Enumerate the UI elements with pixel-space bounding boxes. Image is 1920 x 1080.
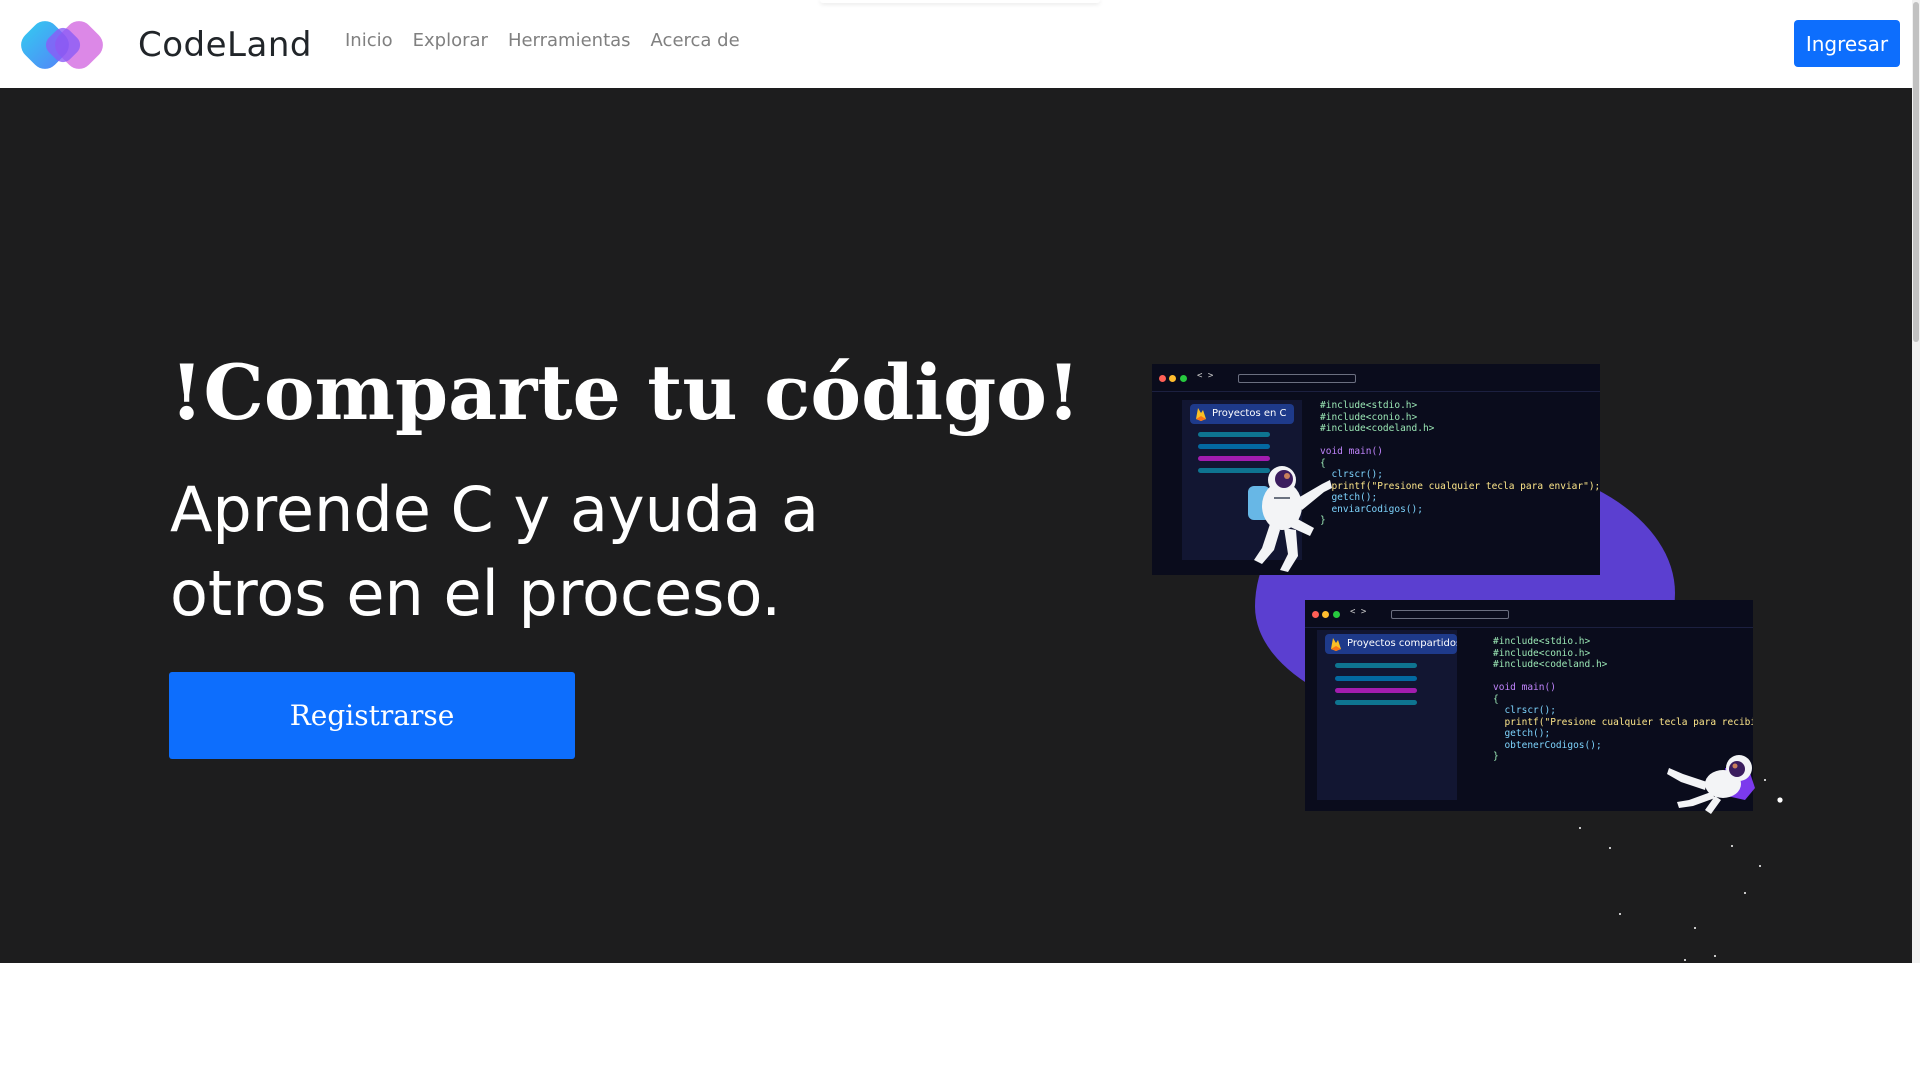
nav-arrows-icon: < > bbox=[1350, 607, 1367, 617]
code-line: #include<conio.h> bbox=[1320, 411, 1418, 423]
maximize-dot-icon bbox=[1180, 375, 1187, 382]
project-bar bbox=[1198, 432, 1270, 437]
nav-link-acerca-de[interactable]: Acerca de bbox=[651, 30, 740, 51]
project-bar bbox=[1335, 688, 1417, 693]
code-line: { bbox=[1493, 693, 1499, 705]
top-shadow-decoration bbox=[820, 0, 1100, 3]
astronaut-icon bbox=[1667, 755, 1755, 814]
minimize-dot-icon bbox=[1169, 375, 1176, 382]
astronaut-icon bbox=[1248, 466, 1332, 572]
code-line: #include<conio.h> bbox=[1493, 647, 1591, 659]
register-button[interactable]: Registrarse bbox=[169, 672, 575, 759]
window-1-panel-title: Proyectos en C bbox=[1190, 404, 1294, 424]
code-line: #include<stdio.h> bbox=[1320, 400, 1418, 411]
code-window-1: < > Proyectos en C #include<stdio.h> #in… bbox=[1152, 364, 1600, 575]
code-line: getch(); bbox=[1493, 728, 1551, 739]
url-bar bbox=[1391, 610, 1509, 619]
window-1-code: #include<stdio.h> #include<conio.h> #inc… bbox=[1320, 400, 1600, 527]
hero-section: !Comparte tu código! Aprende C y ayuda a… bbox=[0, 88, 1920, 963]
code-line: void main() bbox=[1320, 446, 1383, 457]
minimize-dot-icon bbox=[1322, 611, 1329, 618]
nav-link-inicio[interactable]: Inicio bbox=[345, 30, 393, 51]
code-line: obtenerCodigos(); bbox=[1493, 739, 1602, 751]
nav-arrows-icon: < > bbox=[1197, 371, 1214, 381]
hero-subtitle: Aprende C y ayuda a otros en el proceso. bbox=[170, 473, 819, 630]
code-line: #include<codeland.h> bbox=[1493, 659, 1608, 670]
brand-link[interactable]: CodeLand bbox=[18, 16, 312, 74]
close-dot-icon bbox=[1312, 611, 1319, 618]
codeland-logo-icon bbox=[21, 21, 103, 69]
nav-links: Inicio Explorar Herramientas Acerca de bbox=[345, 30, 760, 51]
window-1-panel-title-text: Proyectos en C bbox=[1212, 408, 1287, 419]
close-dot-icon bbox=[1159, 375, 1166, 382]
window-2-titlebar: < > bbox=[1305, 600, 1753, 628]
window-2-panel-title: Proyectos compartidos bbox=[1325, 634, 1457, 654]
window-1-titlebar: < > bbox=[1152, 364, 1600, 392]
project-bar bbox=[1335, 676, 1417, 681]
project-bar bbox=[1335, 663, 1417, 668]
window-2-panel-title-text: Proyectos compartidos bbox=[1347, 638, 1457, 649]
code-line: #include<codeland.h> bbox=[1320, 423, 1435, 434]
code-line: printf("Presione cualquier tecla para en… bbox=[1320, 480, 1600, 492]
code-line: } bbox=[1493, 751, 1499, 762]
window-2-side-panel: Proyectos compartidos bbox=[1317, 630, 1457, 800]
brand-name: CodeLand bbox=[138, 25, 312, 65]
code-line: clrscr(); bbox=[1493, 705, 1556, 716]
nav-link-herramientas[interactable]: Herramientas bbox=[508, 30, 631, 51]
page-scrollbar[interactable] bbox=[1912, 0, 1920, 963]
top-navbar: CodeLand Inicio Explorar Herramientas Ac… bbox=[0, 0, 1920, 88]
window-2-code: #include<stdio.h> #include<conio.h> #inc… bbox=[1493, 636, 1753, 763]
hero-title: !Comparte tu código! bbox=[170, 348, 1081, 437]
hero-illustration: < > Proyectos en C #include<stdio.h> #in… bbox=[1140, 268, 1820, 968]
firebase-icon bbox=[1196, 408, 1206, 421]
project-bar bbox=[1335, 700, 1417, 705]
nav-link-explorar[interactable]: Explorar bbox=[413, 30, 488, 51]
maximize-dot-icon bbox=[1333, 611, 1340, 618]
url-bar bbox=[1238, 374, 1356, 383]
scrollbar-thumb[interactable] bbox=[1913, 2, 1919, 342]
firebase-icon bbox=[1331, 638, 1341, 651]
login-button[interactable]: Ingresar bbox=[1794, 20, 1900, 67]
code-line: void main() bbox=[1493, 682, 1556, 693]
code-line: #include<stdio.h> bbox=[1493, 636, 1591, 647]
code-line: printf("Presione cualquier tecla para re… bbox=[1493, 716, 1753, 728]
project-bar bbox=[1198, 444, 1270, 449]
